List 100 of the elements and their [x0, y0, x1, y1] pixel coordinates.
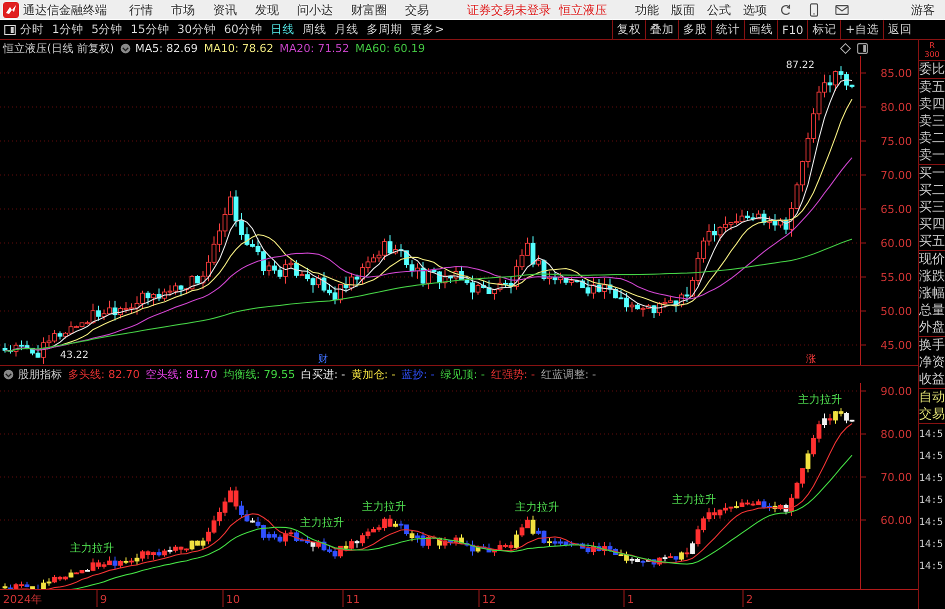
- app-name: 通达信金融终端: [23, 2, 107, 18]
- axis-label: 80.00: [880, 428, 912, 441]
- axis-label: 70.00: [880, 471, 912, 484]
- quote-label: 卖二: [919, 130, 945, 147]
- menu-item[interactable]: 资讯: [213, 2, 237, 18]
- period-tab[interactable]: 分时: [20, 22, 44, 37]
- indicator-name: 股朋指标: [18, 367, 62, 382]
- axis-label: 11: [346, 593, 360, 606]
- price-label: 43.22: [60, 350, 89, 361]
- menu-item[interactable]: 交易: [405, 2, 429, 18]
- quote-label: 换手: [919, 337, 945, 354]
- quote-label: 净资: [919, 354, 945, 371]
- legend-item: MA10: 78.62: [204, 42, 274, 54]
- menu-item[interactable]: 发现: [255, 2, 279, 18]
- period-tab[interactable]: 5分钟: [91, 22, 123, 37]
- quote-label: 交易: [919, 406, 945, 423]
- axis-label: 60.00: [880, 514, 912, 527]
- signal-label: 主力拉升: [515, 500, 559, 514]
- legend-item: 黄加仓: -: [351, 367, 396, 382]
- toolbar-button[interactable]: 复权: [612, 20, 646, 39]
- status-notice[interactable]: 证券交易未登录: [467, 2, 551, 18]
- menu-item[interactable]: 财富圈: [351, 2, 387, 18]
- axis-label: 80.00: [880, 101, 912, 114]
- axis-label: 70.00: [880, 169, 912, 182]
- menu-item[interactable]: 公式: [707, 2, 731, 18]
- price-label: 87.22: [786, 60, 815, 71]
- quote-label: 买一: [919, 165, 945, 182]
- signal-label: 主力拉升: [672, 492, 716, 506]
- event-marker: 财: [318, 354, 328, 365]
- axis-label: 65.00: [880, 203, 912, 216]
- quote-label: 涨跌: [919, 268, 945, 285]
- legend-item: 红强势: -: [490, 367, 535, 382]
- quote-label: 自动: [919, 389, 945, 406]
- period-tab[interactable]: 月线: [334, 22, 359, 37]
- menu-item[interactable]: 选项: [743, 2, 767, 18]
- axis-label: 50.00: [880, 305, 912, 318]
- trade-time: 14:5: [919, 494, 944, 508]
- period-tab[interactable]: 日线: [270, 22, 295, 37]
- menu-item[interactable]: 问小达: [297, 2, 333, 18]
- period-tab[interactable]: 多周期: [366, 22, 403, 37]
- legend-item: MA5: 82.69: [135, 42, 198, 54]
- axis-label: 60.00: [880, 237, 912, 250]
- toolbar-button[interactable]: F10: [777, 20, 808, 39]
- menu-item[interactable]: 功能: [635, 2, 659, 18]
- axis-label: 1: [627, 593, 634, 606]
- period-tab[interactable]: 30分钟: [177, 22, 216, 37]
- quote-label: 买四: [919, 216, 945, 233]
- event-marker: 涨: [806, 354, 816, 365]
- quote-label: 卖四: [919, 96, 945, 113]
- toolbar-button[interactable]: 统计: [711, 20, 744, 39]
- quote-label: 买三: [919, 199, 945, 216]
- period-tab[interactable]: 60分钟: [224, 22, 263, 37]
- axis-label: 90.00: [880, 385, 912, 398]
- legend-item: 绿见顶: -: [440, 367, 485, 382]
- legend-item: MA20: 71.52: [280, 42, 350, 54]
- toolbar-button[interactable]: 画线: [744, 20, 778, 39]
- signal-label: 主力拉升: [300, 516, 344, 529]
- axis-label: 9: [100, 593, 107, 606]
- axis-label: 75.00: [880, 135, 912, 148]
- toolbar-button[interactable]: 叠加: [645, 20, 678, 39]
- badge-text: 300: [923, 50, 941, 59]
- legend-item: 蓝抄: -: [401, 367, 435, 382]
- chart-title: 恒立液压(日线 前复权): [3, 40, 114, 56]
- toolbar-button[interactable]: 标记: [807, 20, 840, 39]
- legend-item: 均衡线: 79.55: [223, 367, 296, 382]
- trade-time: 14:5: [919, 538, 944, 552]
- period-tab[interactable]: 周线: [302, 22, 327, 37]
- toolbar-button[interactable]: 返回: [883, 20, 916, 39]
- quote-label: 卖一: [919, 147, 945, 164]
- quote-label: 卖五: [919, 79, 945, 96]
- badge-text: R: [928, 41, 936, 50]
- trade-time: 14:5: [919, 450, 944, 464]
- quote-label: 外盘: [919, 319, 945, 336]
- status-notice[interactable]: 恒立液压: [559, 2, 607, 18]
- trade-time: 14:5: [919, 560, 944, 574]
- trade-time: 14:5: [919, 428, 944, 442]
- user-label[interactable]: 游客: [911, 2, 935, 18]
- quote-label: 总量: [919, 302, 945, 319]
- axis-label: 85.00: [880, 67, 912, 80]
- axis-label: 10: [226, 593, 240, 606]
- signal-label: 主力拉升: [798, 393, 842, 406]
- trade-time: 14:5: [919, 516, 944, 530]
- quote-label: 现价: [919, 251, 945, 268]
- period-tab[interactable]: 15分钟: [130, 22, 170, 37]
- signal-label: 主力拉升: [362, 500, 406, 514]
- period-tab[interactable]: 1分钟: [52, 22, 84, 37]
- axis-label: 55.00: [880, 271, 912, 284]
- menu-item[interactable]: 行情: [129, 2, 153, 18]
- quote-label: 买五: [919, 233, 945, 250]
- quote-label: 涨幅: [919, 285, 945, 302]
- legend-item: 多头线: 82.70: [68, 367, 140, 382]
- quote-label: 卖三: [919, 113, 945, 130]
- axis-label: 12: [482, 593, 496, 606]
- menu-item[interactable]: 市场: [171, 2, 195, 18]
- toolbar-button[interactable]: +自选: [840, 20, 883, 39]
- menu-item[interactable]: 版面: [671, 2, 695, 18]
- quote-label: 收益: [919, 371, 945, 388]
- axis-label: 45.00: [880, 339, 912, 352]
- period-tab[interactable]: 更多>: [410, 22, 444, 37]
- toolbar-button[interactable]: 多股: [678, 20, 712, 39]
